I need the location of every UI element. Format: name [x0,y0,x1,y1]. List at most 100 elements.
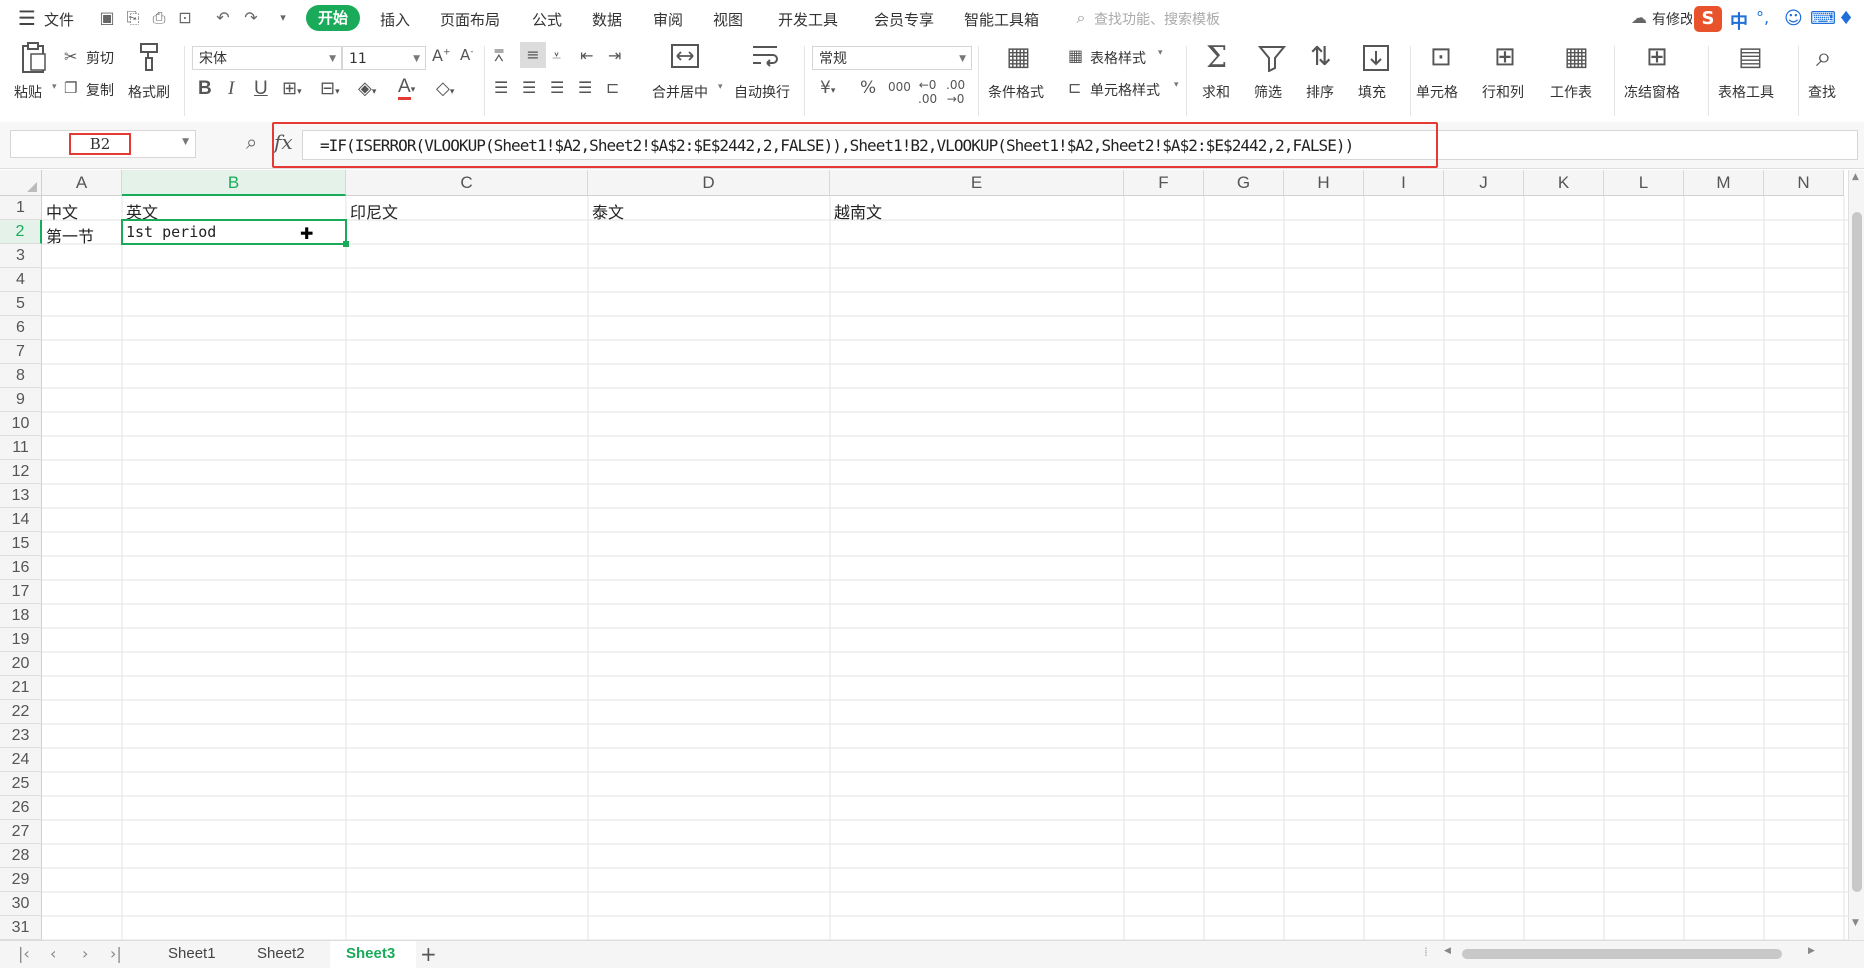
ime-punct-toggle[interactable]: °, [1756,8,1769,27]
column-header-f[interactable]: F [1124,170,1204,196]
cell-button[interactable]: 单元格 [1416,82,1458,102]
clear-format-icon[interactable]: ◇▾ [436,78,454,99]
number-format-select[interactable]: 常规 ▼ [812,46,972,70]
format-painter-icon[interactable] [136,42,162,76]
column-header-j[interactable]: J [1444,170,1524,196]
row-header[interactable]: 16 [0,556,42,580]
table-style-button[interactable]: 表格样式 [1090,48,1146,68]
row-header[interactable]: 14 [0,508,42,532]
format-painter-button[interactable]: 格式刷 [128,82,170,102]
save-icon[interactable]: ▣ [98,9,116,27]
column-header-n[interactable]: N [1764,170,1844,196]
name-box[interactable]: B2 ▼ [10,130,196,158]
row-header[interactable]: 21 [0,676,42,700]
find-icon[interactable]: ⌕ [1816,40,1832,74]
row-header[interactable]: 30 [0,892,42,916]
bold-icon[interactable]: B [198,78,212,100]
table-style-dropdown-icon[interactable]: ▾ [1158,48,1163,58]
tab-review[interactable]: 审阅 [653,9,683,30]
tab-formulas[interactable]: 公式 [532,9,562,30]
row-header[interactable]: 23 [0,724,42,748]
row-header[interactable]: 19 [0,628,42,652]
worksheet-icon[interactable]: ▦ [1564,42,1589,72]
zoom-icon[interactable]: ⌕ [246,130,257,154]
sort-icon[interactable]: ⇅ [1310,42,1332,72]
cell-a1[interactable]: 中文 [46,199,78,223]
fill-color-icon[interactable]: ◈▾ [358,78,376,99]
sogou-logo-icon[interactable]: S [1694,6,1722,32]
align-middle-icon[interactable]: ≡ [520,42,546,68]
align-bottom-icon[interactable]: ⩡ [552,46,561,66]
decrease-indent-icon[interactable]: ⇤ [580,46,593,65]
cond-format-button[interactable]: 条件格式 [988,82,1044,102]
increase-indent-icon[interactable]: ⇥ [608,46,621,65]
row-header[interactable]: 18 [0,604,42,628]
tab-home[interactable]: 开始 [306,5,361,31]
column-header-a[interactable]: A [42,170,122,196]
filter-button[interactable]: 筛选 [1254,82,1282,102]
column-header-b[interactable]: B [122,170,346,196]
underline-icon[interactable]: U [254,78,268,100]
freeze-icon[interactable]: ⊞ [1646,42,1668,72]
column-header-d[interactable]: D [588,170,830,196]
row-header[interactable]: 8 [0,364,42,388]
row-header[interactable]: 31 [0,916,42,940]
row-header[interactable]: 10 [0,412,42,436]
row-header[interactable]: 2 [0,220,42,244]
row-header[interactable]: 7 [0,340,42,364]
hamburger-icon[interactable]: ☰ [18,8,36,28]
row-header[interactable]: 22 [0,700,42,724]
cell-style-dropdown-icon[interactable]: ▾ [1174,80,1179,90]
row-header[interactable]: 25 [0,772,42,796]
merge-style-icon[interactable]: ⊟▾ [320,78,340,99]
prev-sheet-icon[interactable]: ‹ [50,944,56,963]
column-header-i[interactable]: I [1364,170,1444,196]
scroll-down-icon[interactable]: ▼ [1852,918,1859,928]
select-all-corner[interactable] [0,170,42,196]
horizontal-scroll-thumb[interactable] [1462,949,1782,959]
scroll-right-icon[interactable]: ▶ [1808,946,1815,956]
ime-chinese-toggle[interactable]: 中 [1730,8,1748,34]
row-header[interactable]: 5 [0,292,42,316]
font-size-select[interactable]: 11 ▼ [342,46,426,70]
merge-center-button[interactable]: 合并居中 [652,82,708,102]
row-header[interactable]: 27 [0,820,42,844]
undo-icon[interactable]: ↶ [214,9,232,27]
column-header-c[interactable]: C [346,170,588,196]
align-top-icon[interactable]: ⩞ [494,46,504,66]
cell-a2[interactable]: 第一节 [46,223,94,247]
wrap-text-button[interactable]: 自动换行 [734,82,790,102]
merge-dropdown-icon[interactable]: ▾ [718,82,723,92]
table-tools-icon[interactable]: ▤ [1738,42,1763,72]
paste-icon[interactable] [16,42,52,76]
redo-icon[interactable]: ↷ [242,9,260,27]
row-header[interactable]: 3 [0,244,42,268]
first-sheet-icon[interactable]: |‹ [18,944,30,963]
row-header[interactable]: 26 [0,796,42,820]
copy-button[interactable]: 复制 [86,80,114,100]
cond-format-icon[interactable]: ▦ [1006,42,1031,72]
row-header[interactable]: 20 [0,652,42,676]
preview-icon[interactable]: ⊡ [176,9,194,27]
keyboard-icon[interactable]: ⌨ [1810,8,1836,29]
freeze-button[interactable]: 冻结窗格 [1624,82,1680,102]
row-header[interactable]: 28 [0,844,42,868]
print-icon[interactable]: ⎙ [150,9,168,27]
column-header-e[interactable]: E [830,170,1124,196]
row-header[interactable]: 1 [0,196,42,220]
vertical-scrollbar[interactable]: ▲ ▼ [1848,170,1864,940]
currency-icon[interactable]: ¥▾ [820,78,835,98]
cell-icon[interactable]: ⊡ [1430,42,1452,72]
tab-insert[interactable]: 插入 [380,9,410,30]
tab-view[interactable]: 视图 [713,9,743,30]
row-header[interactable]: 17 [0,580,42,604]
sheet-tab-sheet2[interactable]: Sheet2 [257,945,305,962]
find-button[interactable]: 查找 [1808,82,1836,102]
row-col-icon[interactable]: ⊞ [1494,42,1516,72]
row-header[interactable]: 13 [0,484,42,508]
fill-handle[interactable] [343,241,349,247]
cell-style-button[interactable]: 单元格样式 [1090,80,1160,100]
table-tools-button[interactable]: 表格工具 [1718,82,1774,102]
column-header-l[interactable]: L [1604,170,1684,196]
column-header-m[interactable]: M [1684,170,1764,196]
